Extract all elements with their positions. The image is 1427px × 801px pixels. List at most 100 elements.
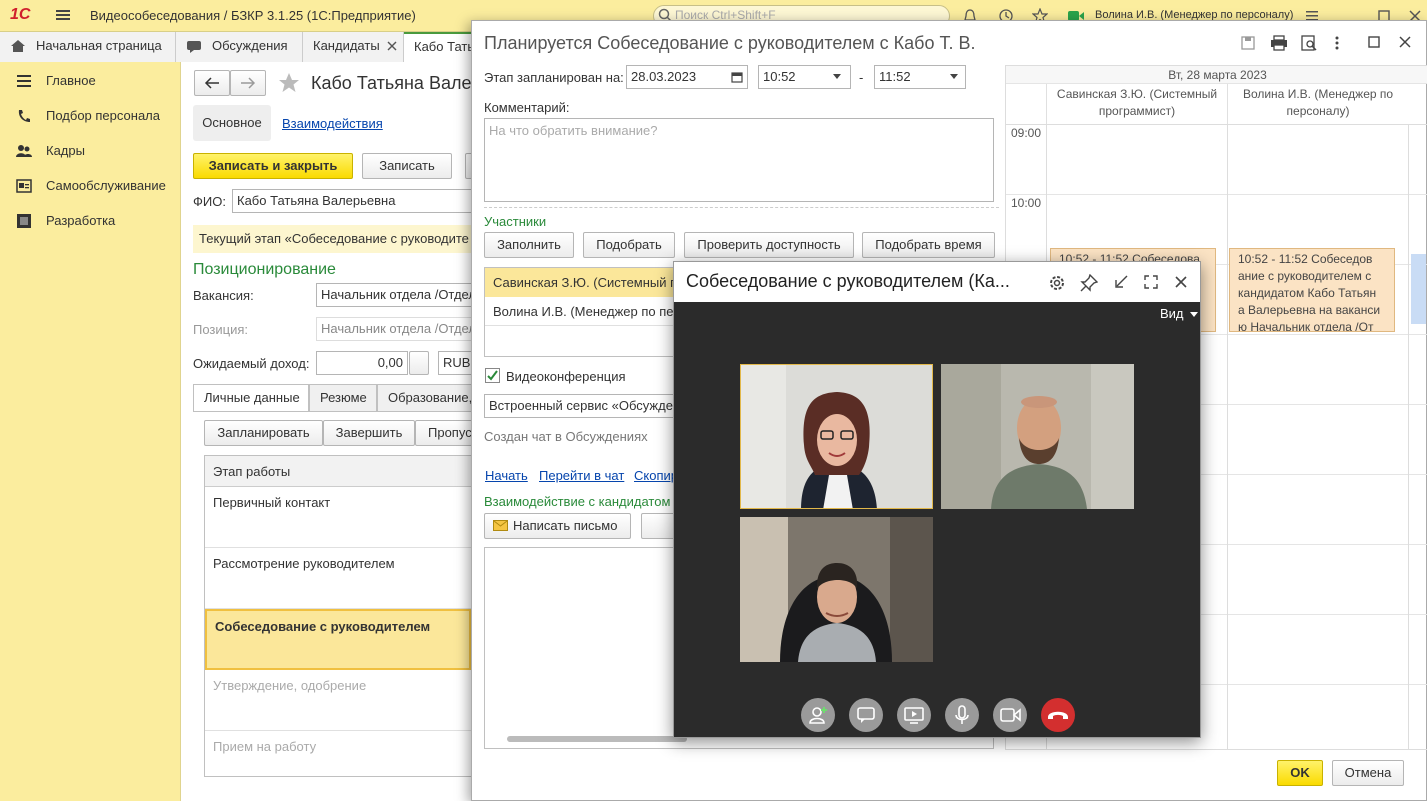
stages-table: Этап работы Первичный контакт Рассмотрен…: [204, 455, 474, 777]
view-label: Вид: [1160, 306, 1184, 321]
fio-label: ФИО:: [193, 194, 226, 209]
maximize-icon[interactable]: [1367, 35, 1381, 49]
sidebar-item-main[interactable]: Главное: [0, 64, 181, 98]
forward-button[interactable]: [230, 70, 266, 96]
hangup-icon: [1048, 711, 1068, 719]
table-row[interactable]: Прием на работу: [205, 731, 471, 776]
income-label: Ожидаемый доход:: [193, 356, 310, 371]
hour-label: 09:00: [1011, 126, 1042, 140]
skip-button[interactable]: Пропус: [415, 420, 475, 446]
ok-button[interactable]: OK: [1277, 760, 1323, 786]
tab-home[interactable]: Начальная страница: [0, 32, 176, 62]
tab-candidates[interactable]: Кандидаты: [303, 32, 404, 62]
save-close-button[interactable]: Записать и закрыть: [193, 153, 353, 179]
participant-video: [740, 517, 933, 662]
stage-label: Утверждение, одобрение: [213, 678, 367, 693]
calendar-column-header: Савинская З.Ю. (Системный программист): [1046, 84, 1227, 124]
sidebar-item-selfservice[interactable]: Самообслуживание: [0, 169, 181, 203]
save-button[interactable]: Записать: [362, 153, 452, 179]
grid-line: [1227, 124, 1228, 749]
chevron-down-icon[interactable]: [833, 74, 841, 79]
table-row[interactable]: Утверждение, одобрение: [205, 670, 471, 731]
interaction-label: Взаимодействие с кандидатом: [484, 494, 671, 509]
close-tab-icon[interactable]: [387, 41, 397, 51]
scrollbar[interactable]: [507, 736, 687, 742]
more-vertical-icon[interactable]: [1334, 35, 1340, 51]
table-row[interactable]: Первичный контакт: [205, 487, 471, 548]
envelope-icon: [493, 520, 508, 531]
pick-button[interactable]: Подобрать: [583, 232, 675, 258]
video-tile[interactable]: [740, 364, 933, 509]
finish-button[interactable]: Завершить: [323, 420, 415, 446]
collapse-icon[interactable]: [1114, 275, 1128, 289]
pick-time-button[interactable]: Подобрать время: [862, 232, 995, 258]
write-letter-button[interactable]: Написать письмо: [484, 513, 631, 539]
gear-icon[interactable]: [1048, 274, 1066, 292]
save-icon[interactable]: [1240, 35, 1256, 51]
go-chat-link[interactable]: Перейти в чат: [539, 468, 624, 483]
favorite-star-icon[interactable]: [278, 72, 300, 94]
chat-button[interactable]: [849, 698, 883, 732]
list-item[interactable]: Волина И.В. (Менеджер по пе: [485, 297, 683, 326]
video-checkbox-label: Видеоконференция: [506, 369, 626, 384]
service-select[interactable]: Встроенный сервис «Обсужде: [484, 394, 684, 418]
comment-textarea[interactable]: На что обратить внимание?: [484, 118, 994, 202]
video-checkbox[interactable]: [485, 368, 500, 383]
sidebar-item-label: Кадры: [46, 143, 85, 158]
sidebar-item-recruitment[interactable]: Подбор персонала: [0, 99, 181, 133]
close-icon[interactable]: [1398, 35, 1412, 49]
income-field[interactable]: 0,00: [316, 351, 408, 375]
menu-icon[interactable]: [55, 7, 71, 23]
close-icon[interactable]: [1174, 275, 1188, 289]
preview-icon[interactable]: [1301, 35, 1317, 51]
print-icon[interactable]: [1270, 35, 1288, 51]
tab-interactions[interactable]: Взаимодействия: [282, 116, 383, 131]
sidebar-item-development[interactable]: Разработка: [0, 204, 181, 238]
start-link[interactable]: Начать: [485, 468, 528, 483]
expand-icon[interactable]: [1144, 275, 1158, 289]
cancel-button[interactable]: Отмена: [1332, 760, 1404, 786]
vacancy-field[interactable]: Начальник отдела /Отдел: [316, 283, 476, 307]
copy-link[interactable]: Скопир: [634, 468, 678, 483]
date-field[interactable]: 28.03.2023: [626, 65, 748, 89]
table-row[interactable]: Рассмотрение руководителем: [205, 548, 471, 609]
subtab-resume[interactable]: Резюме: [309, 384, 377, 412]
calendar-event[interactable]: 10:52 - 11:52 Собеседов ание с руководит…: [1229, 248, 1395, 332]
view-menu-button[interactable]: Вид: [1160, 306, 1199, 321]
add-person-icon: [809, 707, 827, 724]
camera-button[interactable]: [993, 698, 1027, 732]
sidebar-item-hr[interactable]: Кадры: [0, 134, 181, 168]
grid-line: [1408, 124, 1409, 749]
add-person-button[interactable]: [801, 698, 835, 732]
divider: [484, 207, 999, 208]
page-title: Кабо Татьяна Вале: [311, 73, 472, 93]
position-field[interactable]: Начальник отдела /Отдел: [316, 317, 476, 341]
microphone-button[interactable]: [945, 698, 979, 732]
screen-share-button[interactable]: [897, 698, 931, 732]
hangup-button[interactable]: [1041, 698, 1075, 732]
list-item[interactable]: Савинская З.Ю. (Системный п: [485, 268, 683, 297]
table-row-current[interactable]: Собеседование с руководителем: [205, 609, 471, 670]
grid-line: [1006, 194, 1427, 195]
tab-discussions[interactable]: Обсуждения: [176, 32, 303, 62]
comment-button[interactable]: [641, 513, 677, 539]
chevron-down-icon[interactable]: [950, 74, 958, 79]
calculator-icon[interactable]: [409, 351, 429, 375]
fio-field[interactable]: Кабо Татьяна Валерьевна: [232, 189, 472, 213]
video-tile[interactable]: [941, 364, 1134, 509]
back-button[interactable]: [194, 70, 230, 96]
pin-icon[interactable]: [1080, 274, 1098, 292]
tab-label: Начальная страница: [36, 38, 162, 53]
stage-label: Прием на работу: [213, 739, 317, 754]
fill-button[interactable]: Заполнить: [484, 232, 574, 258]
video-tile[interactable]: [740, 517, 933, 662]
check-availability-button[interactable]: Проверить доступность: [684, 232, 854, 258]
tab-main[interactable]: Основное: [193, 105, 271, 141]
calendar-icon[interactable]: [731, 71, 743, 83]
subtab-personal[interactable]: Личные данные: [193, 384, 309, 412]
dialog-title: Планируется Собеседование с руководителе…: [484, 33, 976, 53]
plan-button[interactable]: Запланировать: [204, 420, 323, 446]
phone-icon: [16, 109, 32, 123]
write-letter-label: Написать письмо: [513, 518, 618, 533]
comment-label: Комментарий:: [484, 100, 570, 115]
